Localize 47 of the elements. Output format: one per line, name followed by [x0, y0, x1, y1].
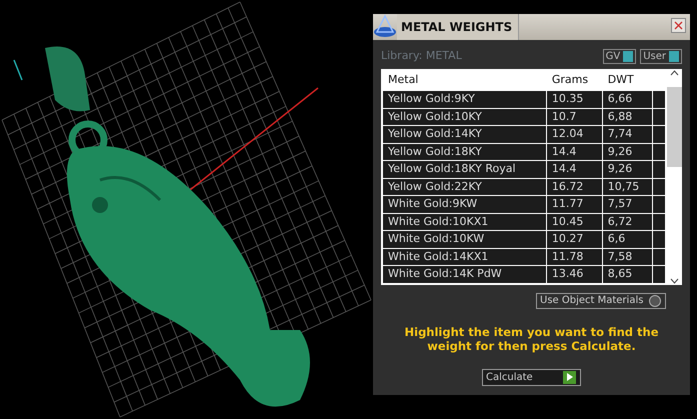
calculate-button[interactable]: Calculate	[482, 368, 581, 386]
table-cell: 10,75	[602, 178, 652, 196]
table-cell: Yellow Gold:18KY Royal	[382, 160, 546, 178]
panel-title: METAL WEIGHTS	[397, 14, 520, 40]
table-cell: 6,6	[602, 230, 652, 248]
table-cell: Yellow Gold:14KY	[382, 126, 546, 143]
table-cell: Yellow Gold:22KY	[382, 178, 546, 196]
table-cell: 10.45	[546, 213, 602, 230]
table-cell: White Gold:10KX1	[382, 213, 546, 230]
table-cell: 9,26	[602, 143, 652, 160]
play-icon	[566, 373, 572, 381]
table-cell: 11.77	[546, 196, 602, 213]
scroll-down-icon[interactable]	[670, 276, 680, 284]
close-icon	[674, 20, 683, 30]
use-object-materials-toggle[interactable]: Use Object Materials	[536, 292, 666, 308]
table-cell: Yellow Gold:18KY	[382, 143, 546, 160]
table-cell: Yellow Gold:10KY	[382, 108, 546, 126]
table-cell: 7,74	[602, 126, 652, 143]
toggle-switch[interactable]: GV	[602, 48, 636, 64]
table-cell: 10.27	[546, 230, 602, 248]
scrollbar[interactable]	[667, 68, 682, 284]
table-cell: White Gold:9KW	[382, 196, 546, 213]
table-cell: White Gold:14KX1	[382, 248, 546, 266]
instruction-text: Highlight the item you want to find the weight for then press Calculate.	[404, 324, 660, 352]
library-label: Library: METAL	[381, 48, 463, 64]
table-cell: 14.4	[546, 143, 602, 160]
table-cell: 6,66	[602, 90, 652, 108]
pyramid-icon	[373, 14, 397, 38]
table-cell: 7,57	[602, 196, 652, 213]
close-button[interactable]	[671, 18, 686, 33]
table-cell: 6,72	[602, 213, 652, 230]
table-cell: 14.4	[546, 160, 602, 178]
column-header[interactable]: Grams	[546, 70, 602, 90]
column-header[interactable]: Metal	[382, 70, 546, 90]
table-cell: White Gold:10KW	[382, 230, 546, 248]
table-cell: 6,88	[602, 108, 652, 126]
table-cell: Yellow Gold:9KY	[382, 90, 546, 108]
toggle-switch[interactable]: User	[640, 48, 682, 64]
table-cell: 9,26	[602, 160, 652, 178]
table-cell: 16.72	[546, 178, 602, 196]
column-header[interactable]: DWT	[602, 70, 652, 90]
table-cell: 7,58	[602, 248, 652, 266]
table-cell: 12.04	[546, 126, 602, 143]
table-cell: 11.78	[546, 248, 602, 266]
table-cell: 10.35	[546, 90, 602, 108]
table-cell: 10.7	[546, 108, 602, 126]
scroll-up-icon[interactable]	[670, 68, 680, 76]
